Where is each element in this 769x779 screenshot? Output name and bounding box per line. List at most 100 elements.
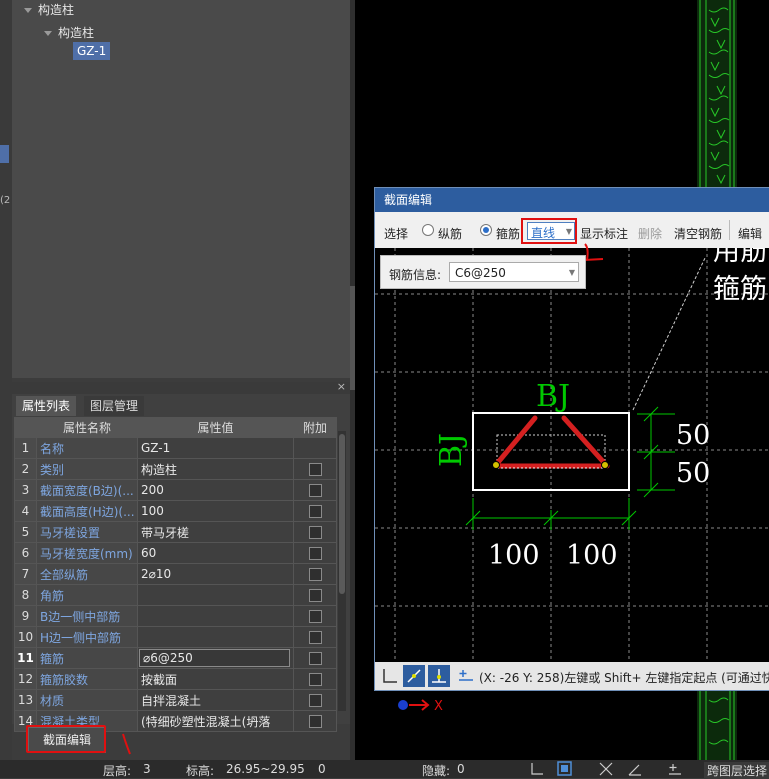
tab-property-list[interactable]: 属性列表 [16, 396, 77, 416]
rebar-info-select[interactable]: C6@250 ▼ [449, 262, 579, 282]
property-row[interactable]: 4 截面高度(H边)(... 100 [14, 500, 337, 522]
selection-count: 0 [318, 762, 326, 776]
add-checkbox[interactable] [308, 568, 322, 581]
property-value[interactable]: 200 [137, 479, 294, 501]
property-row[interactable]: 11 箍筋 ⌀6@250 [14, 647, 337, 669]
add-checkbox[interactable] [308, 526, 322, 539]
header-add: 附加 [293, 417, 337, 438]
radio-stirrup[interactable] [480, 224, 492, 236]
property-row[interactable]: 5 马牙槎设置 带马牙槎 [14, 521, 337, 543]
property-value[interactable]: 带马牙槎 [137, 521, 294, 543]
add-checkbox[interactable] [308, 589, 322, 602]
property-value[interactable]: ⌀6@250 [137, 647, 294, 669]
header-blank [14, 417, 37, 438]
property-row[interactable]: 7 全部纵筋 2⌀10 [14, 563, 337, 585]
property-add-cell [293, 626, 337, 648]
row-number: 6 [14, 542, 37, 564]
add-point-icon[interactable] [455, 665, 477, 687]
ortho-mode-icon[interactable] [529, 761, 545, 777]
add-checkbox[interactable] [308, 610, 322, 623]
property-name: 类别 [36, 458, 138, 480]
stirrup-value-input[interactable]: ⌀6@250 [139, 649, 290, 667]
object-snap-icon[interactable] [557, 761, 573, 777]
property-row[interactable]: 10 H边一侧中部筋 [14, 626, 337, 648]
property-value[interactable]: 构造柱 [137, 458, 294, 480]
tree-root[interactable]: 构造柱 [24, 1, 74, 18]
add-checkbox[interactable] [308, 631, 322, 644]
property-value[interactable]: 60 [137, 542, 294, 564]
radio-stirrup-label[interactable]: 箍筋 [496, 225, 520, 242]
tab-layer-management[interactable]: 图层管理 [84, 396, 145, 416]
property-value[interactable]: 自拌混凝土 [137, 689, 294, 711]
property-row[interactable]: 3 截面宽度(B边)(... 200 [14, 479, 337, 501]
expand-arrow-icon[interactable] [24, 8, 32, 13]
property-add-cell [293, 668, 337, 690]
property-value[interactable]: 按截面 [137, 668, 294, 690]
property-value[interactable]: GZ-1 [137, 437, 294, 459]
dynamic-input-icon[interactable] [667, 761, 683, 777]
property-row[interactable]: 13 材质 自拌混凝土 [14, 689, 337, 711]
property-row[interactable]: 9 B边一侧中部筋 [14, 605, 337, 627]
header-property-name: 属性名称 [36, 417, 138, 438]
show-annotation-button[interactable]: 显示标注 [580, 225, 628, 242]
add-checkbox[interactable] [308, 652, 322, 665]
angle-snap-icon[interactable] [627, 761, 643, 777]
property-scrollbar-thumb[interactable] [339, 434, 345, 594]
cross-snap-icon[interactable] [598, 761, 614, 777]
property-value[interactable]: 100 [137, 500, 294, 522]
delete-button[interactable]: 删除 [638, 225, 662, 242]
add-checkbox[interactable] [308, 505, 322, 518]
property-panel-titlebar: × [12, 380, 350, 394]
expand-arrow-icon[interactable] [44, 31, 52, 36]
property-value[interactable] [137, 605, 294, 627]
property-row[interactable]: 2 类别 构造柱 [14, 458, 337, 480]
perpendicular-snap-icon[interactable] [428, 665, 450, 687]
add-checkbox[interactable] [308, 694, 322, 707]
add-checkbox[interactable] [308, 673, 322, 686]
property-row[interactable]: 12 箍筋胶数 按截面 [14, 668, 337, 690]
close-icon[interactable]: × [337, 380, 346, 393]
ortho-mode-icon[interactable] [379, 665, 401, 687]
left-dock-strip [0, 0, 12, 778]
snap-mode-icon[interactable] [403, 665, 425, 687]
property-table: 属性名称 属性值 附加 1 名称 GZ-1 2 类别 构造柱 3 截面宽度(B边)(... 20… [14, 417, 337, 732]
left-dock-tab[interactable] [0, 145, 9, 163]
property-row[interactable]: 8 角筋 [14, 584, 337, 606]
add-checkbox[interactable] [308, 715, 322, 728]
property-add-cell [293, 458, 337, 480]
section-drawing-area[interactable]: BJ BJ 50 50 100 100 用筋 箍筋 [375, 248, 769, 662]
radio-longitudinal[interactable] [422, 224, 434, 236]
hidden-label: 隐藏: [422, 764, 451, 778]
add-checkbox[interactable] [308, 463, 322, 476]
property-row[interactable]: 6 马牙槎宽度(mm) 60 [14, 542, 337, 564]
clear-rebar-button[interactable]: 清空钢筋 [674, 225, 722, 242]
tree-child[interactable]: 构造柱 [44, 24, 94, 41]
row-number: 5 [14, 521, 37, 543]
edit-more-button[interactable]: 编辑 [738, 225, 762, 242]
dialog-statusbar: (X: -26 Y: 258)左键或 Shift+ 左键指定起点 (可通过快 [375, 662, 769, 690]
floor-height-label: 层高: [103, 764, 132, 778]
radio-longitudinal-label[interactable]: 纵筋 [438, 225, 462, 242]
elevation-label: 标高: [186, 764, 215, 778]
property-value[interactable] [137, 584, 294, 606]
add-checkbox[interactable] [308, 484, 322, 497]
annotation-mark [122, 733, 131, 755]
dim-height-lower: 50 [676, 458, 710, 489]
property-name: 截面宽度(B边)(... [36, 479, 138, 501]
leader-line [632, 257, 706, 411]
select-button[interactable]: 选择 [384, 225, 408, 242]
tree-leaf-gz1[interactable]: GZ-1 [73, 42, 111, 60]
hidden-value: 0 [457, 762, 465, 776]
property-value[interactable]: (特细砂塑性混凝土(坍落 [137, 710, 294, 732]
annotation-highlight-box [521, 218, 577, 244]
property-add-cell [293, 689, 337, 711]
axis-x-label: X [434, 699, 443, 714]
add-checkbox[interactable] [308, 547, 322, 560]
property-row[interactable]: 1 名称 GZ-1 [14, 437, 337, 459]
cross-layer-select-toggle[interactable]: 跨图层选择 [704, 762, 769, 779]
property-value[interactable] [137, 626, 294, 648]
annotation-highlight-box [26, 725, 106, 753]
property-value[interactable]: 2⌀10 [137, 563, 294, 585]
section-edit-dialog: 截面编辑 选择 纵筋 箍筋 直线 ▼ 显示标注 删除 清空钢筋 编辑 BJ BJ… [375, 188, 769, 690]
row-number: 13 [14, 689, 37, 711]
